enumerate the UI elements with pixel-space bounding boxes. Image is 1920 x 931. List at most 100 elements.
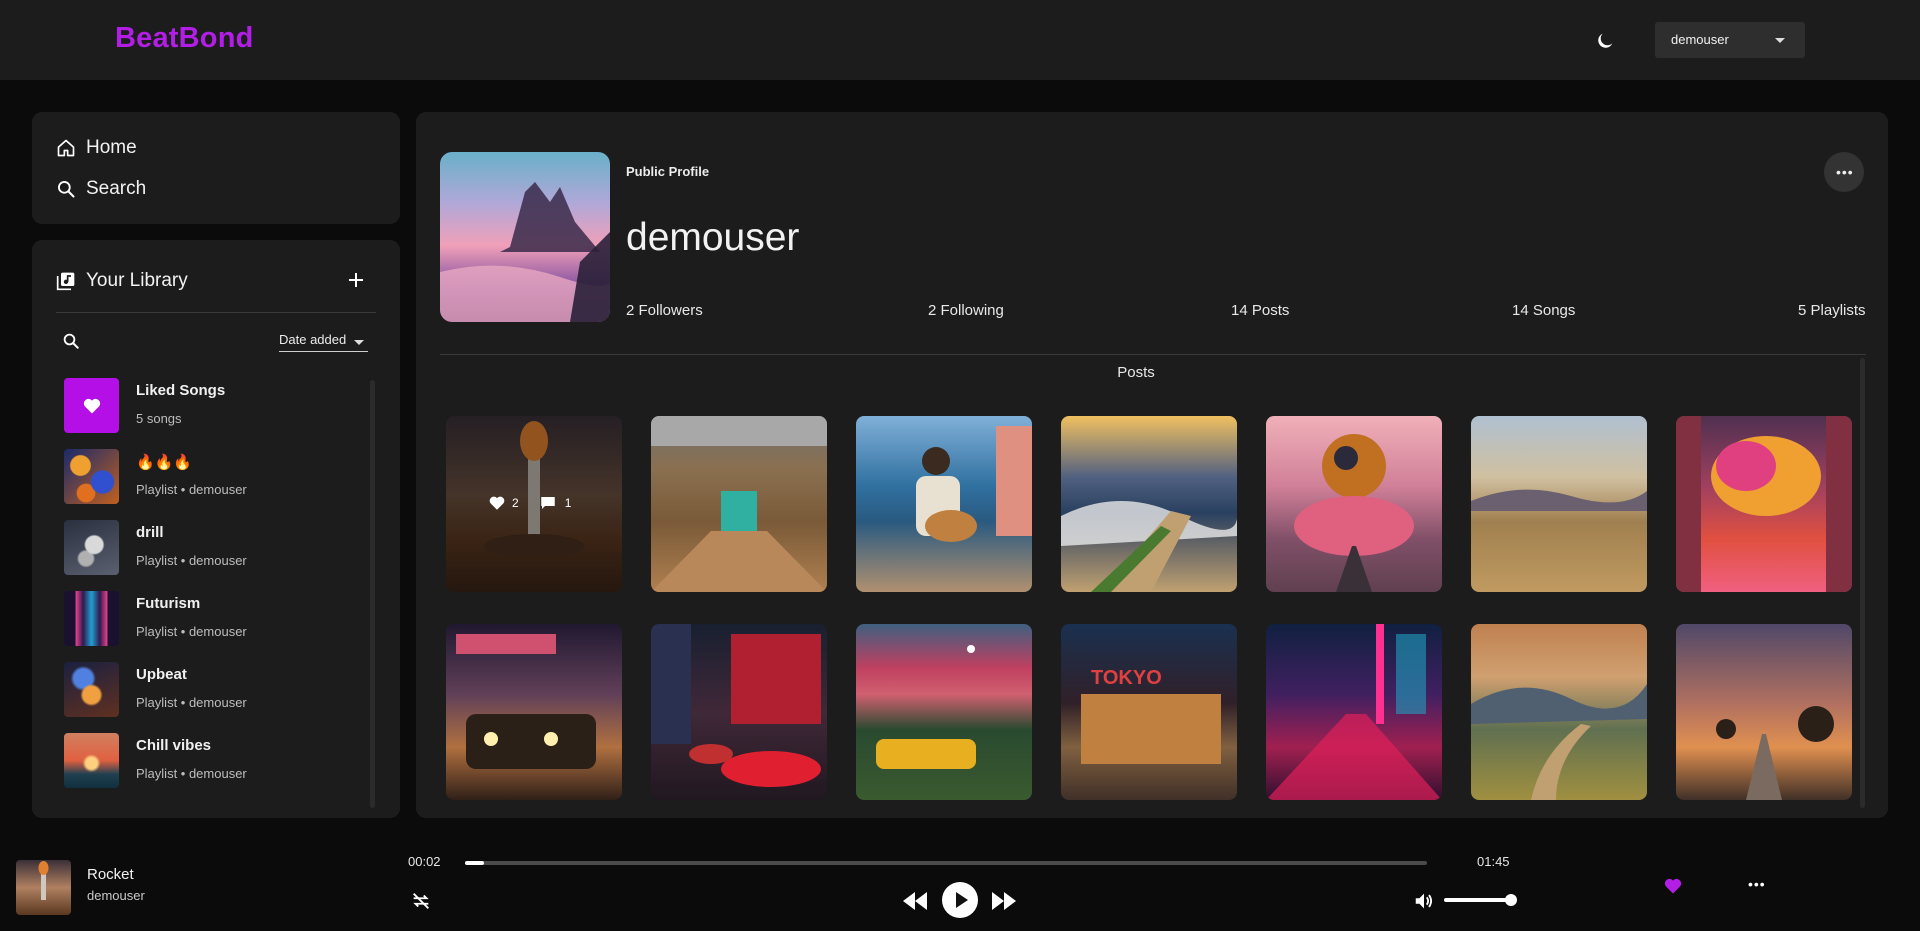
library-item-playlist[interactable]: drill Playlist • demouser — [64, 520, 354, 576]
search-icon — [57, 181, 75, 198]
search-icon[interactable] — [62, 332, 80, 350]
ellipsis-icon: ••• — [1836, 164, 1854, 180]
post-tile[interactable] — [1471, 624, 1647, 800]
playlist-cover — [64, 733, 119, 788]
post-tile[interactable] — [856, 624, 1032, 800]
player-bar: Rocket demouser 00:02 01:45 ••• — [0, 840, 1920, 931]
library-item-playlist[interactable]: 🔥🔥🔥 Playlist • demouser — [64, 449, 354, 505]
library-item-title: 🔥🔥🔥 — [136, 454, 193, 471]
playlist-cover — [64, 449, 119, 504]
repeat-off-icon[interactable] — [410, 890, 432, 917]
followers-count[interactable]: 2 Followers — [626, 302, 703, 319]
library-header[interactable]: Your Library — [56, 270, 188, 292]
heart-icon[interactable] — [1663, 876, 1683, 901]
profile-username: demouser — [626, 216, 800, 259]
post-stats: 2 1 — [488, 494, 571, 512]
songs-count[interactable]: 14 Songs — [1512, 302, 1575, 319]
library-item-title: Futurism — [136, 595, 201, 612]
library-item-playlist[interactable]: Upbeat Playlist • demouser — [64, 662, 354, 718]
posts-count[interactable]: 14 Posts — [1231, 302, 1289, 319]
current-time: 00:02 — [408, 854, 441, 869]
following-count[interactable]: 2 Following — [928, 302, 1004, 319]
nav-item-home[interactable]: Home — [56, 133, 137, 163]
library-item-title: Liked Songs — [136, 382, 226, 399]
divider — [440, 354, 1866, 355]
post-tile[interactable] — [1676, 624, 1852, 800]
nav-item-search[interactable]: Search — [56, 174, 146, 204]
post-comment-count: 1 — [564, 496, 572, 510]
volume-knob[interactable] — [1505, 894, 1517, 906]
post-tile[interactable] — [1471, 416, 1647, 592]
library-scrollbar[interactable] — [370, 380, 375, 808]
sort-dropdown[interactable]: Date added — [279, 332, 369, 352]
library-list: Liked Songs 5 songs 🔥🔥🔥 Playlist • demou… — [62, 378, 362, 808]
comment-icon — [540, 497, 555, 509]
total-time: 01:45 — [1477, 854, 1510, 869]
library-item-subtitle: Playlist • demouser — [136, 482, 247, 497]
library-item-subtitle: Playlist • demouser — [136, 695, 247, 710]
library-item-title: Chill vibes — [136, 737, 212, 754]
library-item-subtitle: Playlist • demouser — [136, 553, 247, 568]
post-tile[interactable]: 2 1 — [446, 416, 622, 592]
svg-text:TOKYO: TOKYO — [1091, 667, 1162, 689]
library-title: Your Library — [86, 270, 188, 291]
progress-bar[interactable] — [465, 861, 1427, 865]
post-tile[interactable] — [651, 416, 827, 592]
profile-avatar — [440, 152, 610, 322]
profile-badge: Public Profile — [626, 164, 710, 179]
chevron-down-icon — [1775, 38, 1785, 43]
chevron-down-icon — [354, 340, 365, 345]
post-tile[interactable] — [856, 416, 1032, 592]
moon-icon[interactable] — [1594, 30, 1616, 52]
post-tile[interactable]: TOKYO — [1061, 624, 1237, 800]
now-playing-title[interactable]: Rocket — [87, 866, 134, 883]
fast-forward-icon[interactable] — [990, 890, 1018, 917]
volume-slider[interactable] — [1444, 894, 1517, 906]
playlists-count[interactable]: 5 Playlists — [1798, 302, 1866, 319]
more-options-button[interactable]: ••• — [1824, 152, 1864, 192]
profile-panel: Public Profile demouser 2 Followers 2 Fo… — [416, 112, 1888, 818]
library-item-playlist[interactable]: Chill vibes Playlist • demouser — [64, 733, 354, 789]
user-dropdown-label: demouser — [1671, 32, 1729, 47]
nav-panel: Home Search — [32, 112, 400, 224]
post-tile[interactable] — [1266, 624, 1442, 800]
posts-scrollbar[interactable] — [1860, 358, 1865, 808]
post-tile[interactable] — [651, 624, 827, 800]
nav-item-label: Search — [86, 178, 147, 199]
library-item-title: drill — [136, 524, 164, 541]
play-button[interactable] — [942, 882, 978, 923]
playlist-cover — [64, 591, 119, 646]
library-item-subtitle: Playlist • demouser — [136, 766, 247, 781]
now-playing-cover — [16, 860, 71, 915]
rewind-icon[interactable] — [901, 890, 929, 917]
now-playing-artist[interactable]: demouser — [87, 888, 145, 903]
user-dropdown[interactable]: demouser — [1655, 22, 1805, 58]
playlist-cover — [64, 520, 119, 575]
post-tile[interactable] — [1061, 416, 1237, 592]
playlist-cover — [64, 662, 119, 717]
post-like-count: 2 — [512, 496, 519, 510]
top-bar: BeatBond demouser — [0, 0, 1920, 80]
sort-label: Date added — [279, 332, 347, 347]
heart-icon — [64, 378, 119, 433]
nav-item-label: Home — [86, 137, 137, 158]
posts-section-title: Posts — [1117, 364, 1155, 381]
app-logo[interactable]: BeatBond — [115, 22, 254, 55]
library-item-subtitle: 5 songs — [136, 411, 182, 426]
heart-icon — [489, 496, 505, 510]
library-item-liked-songs[interactable]: Liked Songs 5 songs — [64, 378, 354, 434]
post-tile[interactable] — [446, 624, 622, 800]
library-icon — [56, 272, 75, 291]
ellipsis-icon[interactable]: ••• — [1748, 876, 1766, 892]
library-item-playlist[interactable]: Futurism Playlist • demouser — [64, 591, 354, 647]
post-tile[interactable] — [1266, 416, 1442, 592]
library-panel: Your Library Date added Liked Songs 5 so… — [32, 240, 400, 818]
volume-icon[interactable] — [1413, 890, 1435, 917]
divider — [56, 312, 376, 313]
library-item-title: Upbeat — [136, 666, 187, 683]
plus-icon[interactable] — [346, 270, 366, 290]
post-tile[interactable] — [1676, 416, 1852, 592]
progress-fill — [465, 861, 485, 865]
library-item-subtitle: Playlist • demouser — [136, 624, 247, 639]
home-icon — [57, 139, 75, 157]
